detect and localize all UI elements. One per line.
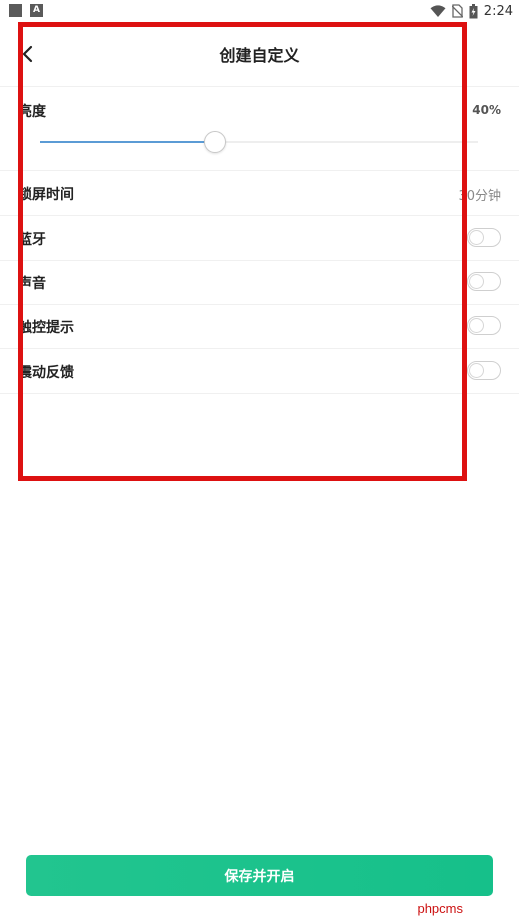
vibration-feedback-toggle[interactable] <box>467 361 501 380</box>
brightness-label: 亮度 <box>18 104 46 120</box>
toggle-knob <box>469 318 484 333</box>
setting-row-bluetooth: 蓝牙 <box>0 216 519 261</box>
setting-row-lock-screen-time[interactable]: 锁屏时间 30分钟 <box>0 171 519 216</box>
brightness-row: 亮度 40% <box>0 87 519 171</box>
status-bar-right: 2:24 <box>430 2 513 20</box>
wifi-icon <box>430 4 446 17</box>
status-bar: A 2:24 <box>0 0 519 22</box>
bluetooth-toggle[interactable] <box>467 228 501 247</box>
setting-label: 触控提示 <box>18 320 74 336</box>
setting-label: 声音 <box>18 276 46 292</box>
setting-label: 蓝牙 <box>18 232 46 248</box>
page-title: 创建自定义 <box>219 46 300 65</box>
brightness-slider[interactable] <box>40 130 478 154</box>
battery-icon <box>469 3 478 18</box>
sound-toggle[interactable] <box>467 272 501 291</box>
setting-label: 锁屏时间 <box>18 187 74 203</box>
setting-row-sound: 声音 <box>0 260 519 305</box>
toggle-knob <box>469 230 484 245</box>
square-icon <box>9 4 22 17</box>
a-icon: A <box>30 4 43 17</box>
setting-label: 震动反馈 <box>18 365 74 381</box>
status-time: 2:24 <box>483 3 513 19</box>
save-and-enable-button[interactable]: 保存并开启 <box>26 855 493 896</box>
slider-fill <box>40 141 215 143</box>
slider-thumb[interactable] <box>204 131 226 153</box>
setting-row-touch-hint: 触控提示 <box>0 304 519 349</box>
watermark: phpcms <box>415 901 465 916</box>
header: 创建自定义 <box>0 22 519 87</box>
sim-off-icon <box>451 4 463 18</box>
lock-screen-time-value: 30分钟 <box>458 189 501 204</box>
toggle-knob <box>469 274 484 289</box>
setting-row-vibration-feedback: 震动反馈 <box>0 349 519 394</box>
touch-hint-toggle[interactable] <box>467 316 501 335</box>
toggle-knob <box>469 363 484 378</box>
brightness-value: 40% <box>472 103 501 117</box>
